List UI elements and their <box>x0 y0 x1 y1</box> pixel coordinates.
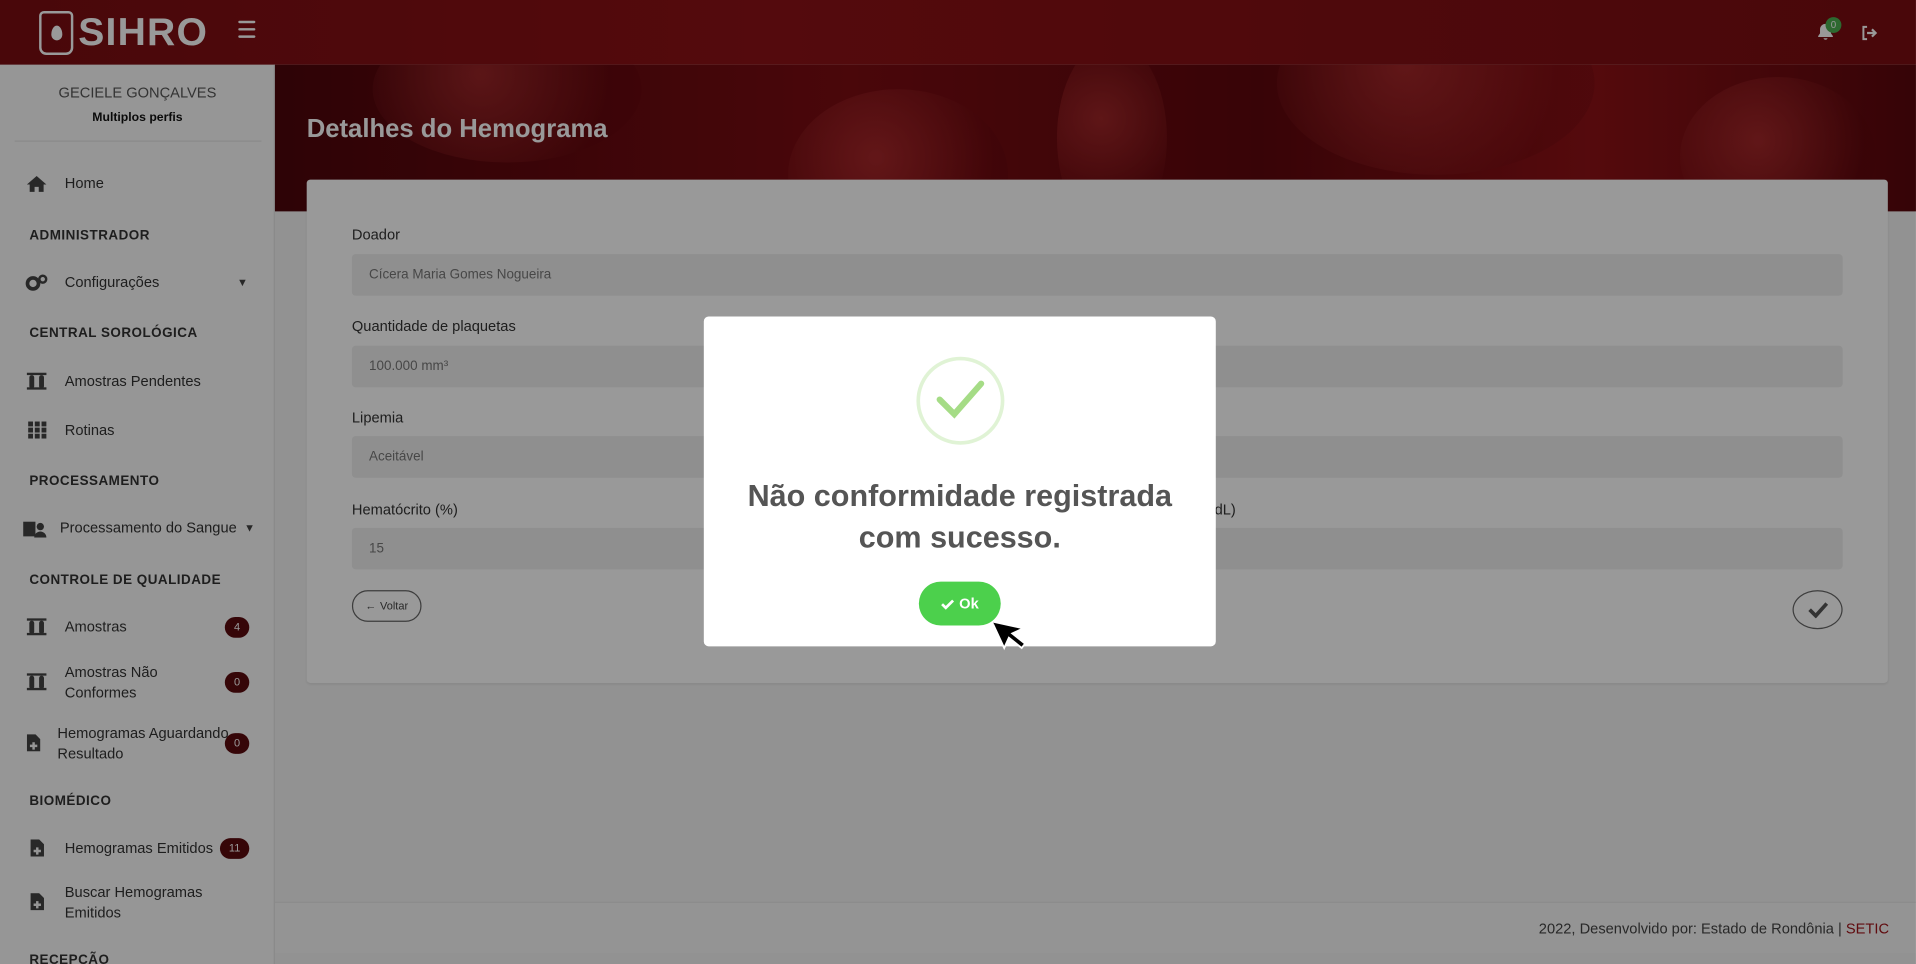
mouse-cursor-icon <box>990 616 1039 676</box>
success-modal: Não conformidade registrada com sucesso.… <box>703 316 1216 647</box>
message-line-1: Não conformidade registrada <box>747 478 1172 514</box>
ok-button[interactable]: Ok <box>918 581 1001 626</box>
success-check-icon <box>916 356 1005 445</box>
check-icon <box>941 598 955 610</box>
message-line-2: com sucesso. <box>858 520 1061 555</box>
page: SIHRO 0 GECIELE GONÇALVES Multiplos perf… <box>0 0 1916 964</box>
ok-label: Ok <box>959 595 979 613</box>
modal-message: Não conformidade registrada com sucesso. <box>704 475 1216 558</box>
